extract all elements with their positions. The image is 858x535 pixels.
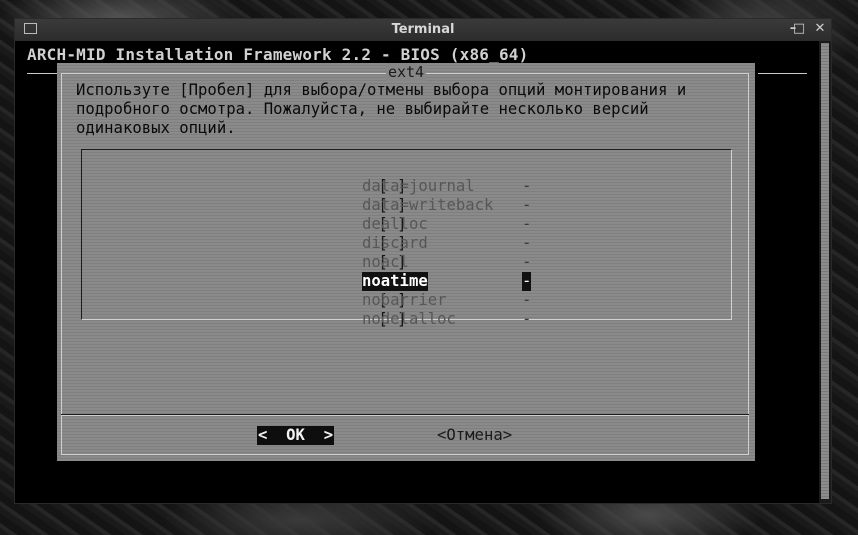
option-desc: -: [522, 234, 532, 252]
checklist-item-selected[interactable]: [*]noatime-: [322, 253, 532, 291]
option-desc: -: [522, 272, 532, 291]
checklist-item[interactable]: [ ] data=journal -: [322, 158, 531, 195]
ok-button[interactable]: < OK >: [257, 426, 335, 445]
terminal-scrollbar[interactable]: [819, 41, 831, 503]
installer-backtitle: ARCH-MID Installation Framework 2.2 - BI…: [27, 45, 529, 64]
option-name: nodelalloc: [362, 310, 456, 328]
maximize-icon[interactable]: □: [791, 21, 807, 37]
checklist-item[interactable]: [ ] nodelalloc -: [322, 291, 531, 328]
checklist-item[interactable]: [ ] nobarrier -: [322, 272, 531, 309]
option-desc: -: [522, 177, 532, 195]
mount-options-dialog: ext4 Используте [Пробел] для выбора/отме…: [57, 63, 755, 461]
window-title: Terminal: [391, 22, 455, 37]
checklist-item[interactable]: [ ] discard -: [322, 215, 531, 252]
option-desc: -: [522, 310, 532, 328]
dialog-title: ext4: [385, 63, 427, 81]
close-icon[interactable]: ✕: [812, 21, 828, 37]
option-desc: -: [522, 253, 532, 271]
option-desc: -: [522, 291, 532, 309]
option-desc: -: [522, 196, 532, 214]
scrollbar-thumb[interactable]: [821, 43, 829, 499]
checklist-item[interactable]: [ ] data=writeback -: [322, 177, 531, 214]
cancel-button[interactable]: <Отмена>: [437, 426, 512, 445]
checklist-item[interactable]: [ ] dealloc -: [322, 196, 531, 233]
button-separator-highlight: [61, 415, 749, 416]
window-titlebar[interactable]: Terminal – □ ✕: [15, 19, 831, 41]
dialog-message: Используте [Пробел] для выбора/отмены вы…: [76, 81, 687, 137]
option-desc: -: [522, 215, 532, 233]
checklist-item[interactable]: [ ] noacl -: [322, 234, 531, 271]
checklist-box: [ ] data=journal - [ ] data=writeback - [ ] d…: [81, 149, 732, 328]
